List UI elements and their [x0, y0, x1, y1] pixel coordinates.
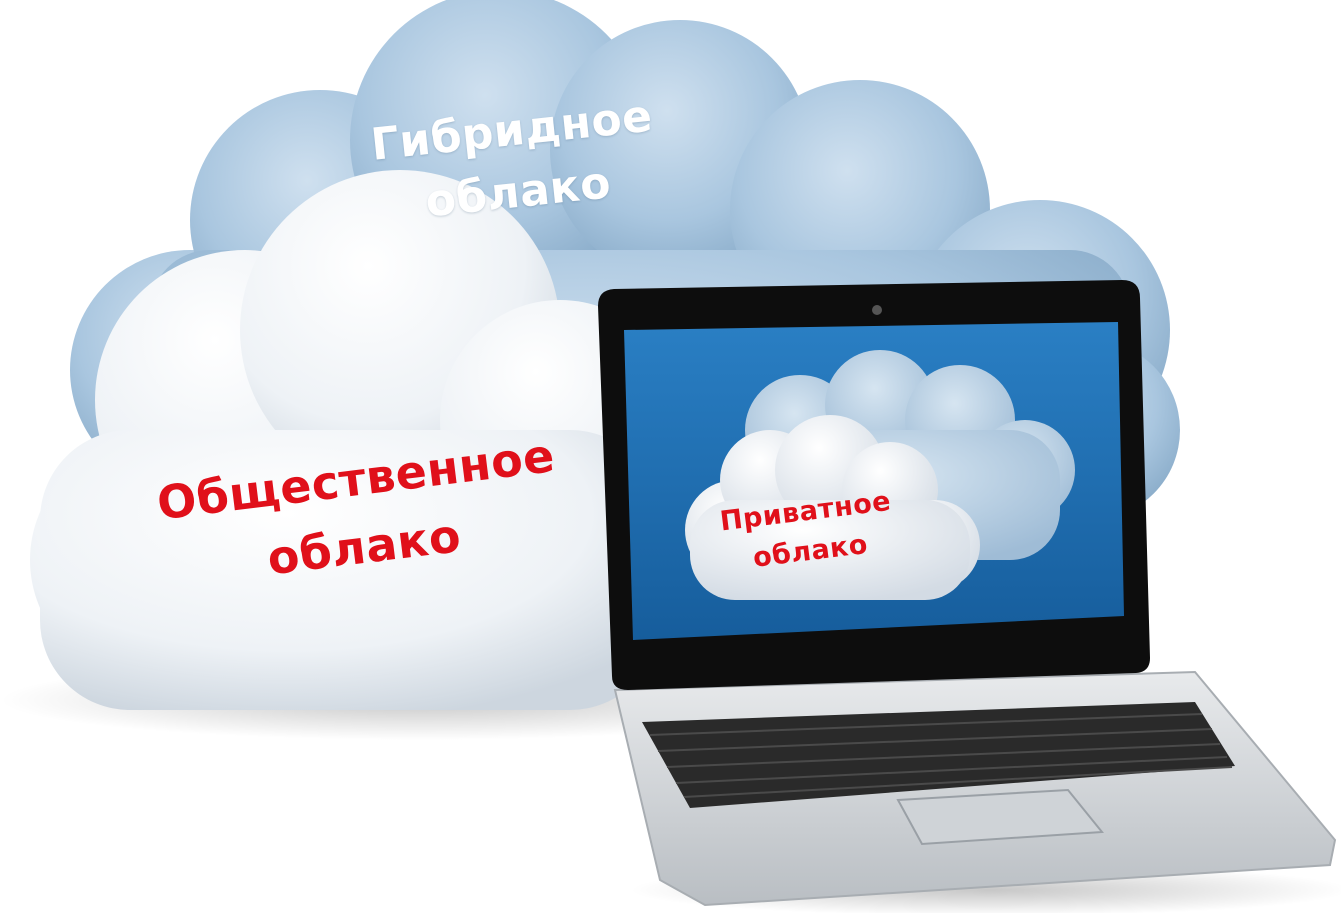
cloud-types-illustration: Гибридное облако Общественное облако При…	[0, 0, 1341, 913]
webcam-icon	[872, 305, 882, 315]
